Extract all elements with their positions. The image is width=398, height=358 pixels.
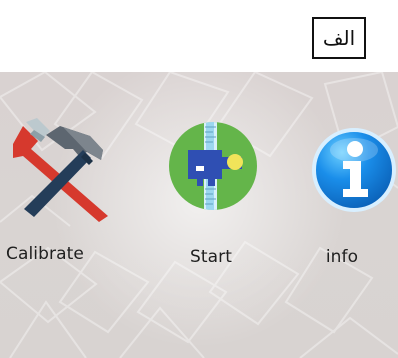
info-icon: [312, 128, 396, 212]
screenshot-frame: الف Calibrate Start info: [0, 0, 398, 358]
app-label-calibrate: Calibrate: [6, 244, 84, 264]
marker-label: الف: [312, 17, 366, 59]
device-screen: Calibrate Start info: [0, 72, 398, 358]
app-label-info: info: [325, 247, 359, 267]
hammer-wrench-icon: [13, 118, 121, 222]
app-calibrate[interactable]: Calibrate: [6, 118, 126, 293]
app-start[interactable]: Start: [156, 118, 274, 293]
app-label-start: Start: [189, 247, 233, 267]
app-info[interactable]: info: [292, 118, 398, 293]
measuring-tool-icon: [169, 122, 257, 210]
